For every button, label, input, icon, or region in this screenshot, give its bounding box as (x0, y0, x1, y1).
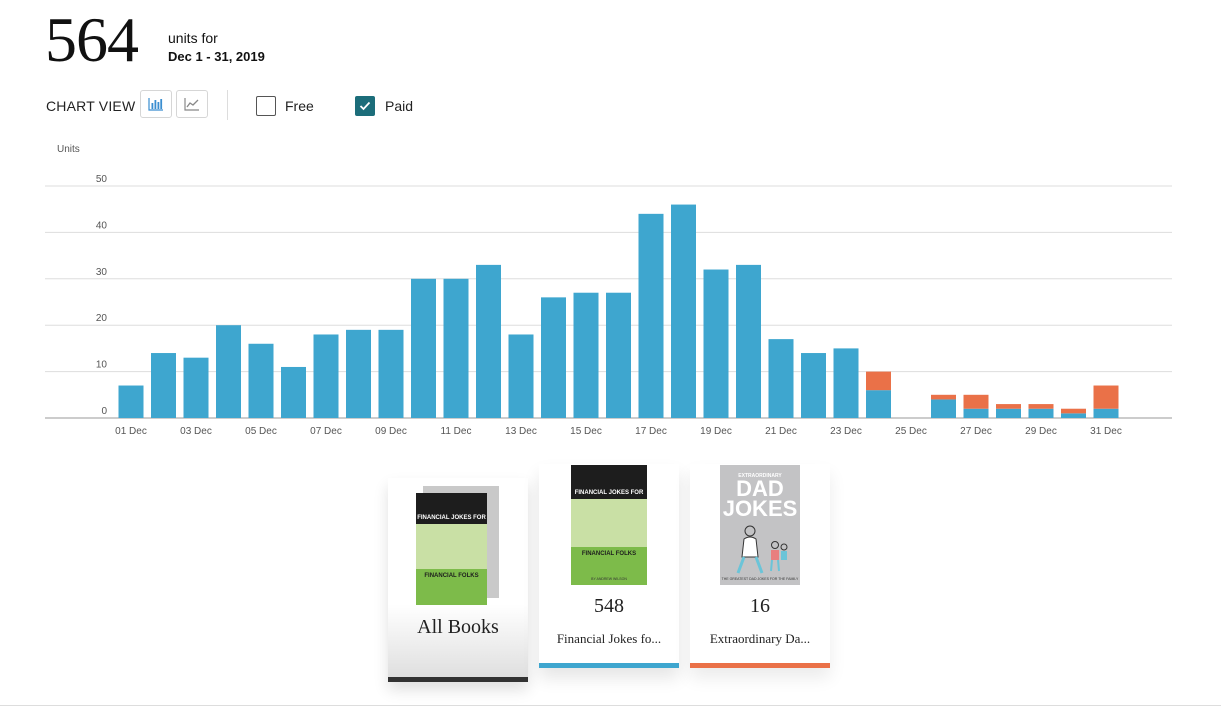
bar-segment-08-dec[interactable] (346, 329, 371, 418)
chart-view-label: CHART VIEW (46, 98, 136, 114)
total-units: 564 (45, 4, 139, 75)
date-range: Dec 1 - 31, 2019 (168, 49, 265, 64)
y-tick-label: 40 (96, 220, 108, 231)
book-title-financial-jokes: Financial Jokes fo... (556, 631, 662, 646)
chart-bars (118, 204, 1119, 418)
x-tick-label: 25 Dec (895, 426, 927, 437)
bar-segment-03-dec[interactable] (183, 357, 209, 418)
cover-author-text: BY ANDREW WILSON (591, 577, 627, 581)
card-bar-financial-jokes (539, 663, 679, 668)
bar-segment-upper-31-dec[interactable] (1093, 385, 1119, 409)
card-bar-all-books (388, 677, 528, 682)
x-tick-label: 07 Dec (310, 426, 342, 437)
cover-illustration (736, 525, 788, 574)
y-tick-label: 10 (96, 360, 108, 371)
y-tick-label: 0 (101, 406, 107, 417)
bar-view-button[interactable] (140, 90, 172, 118)
paid-label[interactable]: Paid (385, 98, 413, 114)
bar-chart-icon (148, 98, 163, 111)
x-tick-label: 03 Dec (180, 426, 212, 437)
checkmark-icon (359, 101, 371, 111)
bar-segment-upper-30-dec[interactable] (1061, 408, 1086, 414)
bar-segment-31-dec[interactable] (1093, 408, 1119, 418)
x-tick-label: 11 Dec (441, 426, 472, 437)
bar-segment-19-dec[interactable] (703, 269, 729, 418)
book-card-all-books[interactable]: FINANCIAL JOKES FOR FINANCIAL FOLKS All … (388, 478, 528, 682)
bar-segment-24-dec[interactable] (866, 390, 891, 418)
bar-segment-02-dec[interactable] (151, 353, 176, 418)
book-cover-financial-jokes: FINANCIAL JOKES FOR FINANCIAL FOLKS BY A… (571, 465, 647, 585)
bar-segment-upper-27-dec[interactable] (963, 394, 989, 409)
book-cover-dad-jokes: EXTRAORDINARY DAD JOKES THE GREATEST DAD… (720, 465, 800, 585)
x-tick-label: 01 Dec (115, 426, 147, 437)
paid-checkbox[interactable] (355, 96, 375, 116)
bar-segment-17-dec[interactable] (638, 213, 664, 418)
bar-segment-29-dec[interactable] (1028, 408, 1054, 418)
bar-segment-28-dec[interactable] (996, 408, 1021, 418)
x-tick-label: 31 Dec (1090, 426, 1122, 437)
book-card-dad-jokes[interactable]: EXTRAORDINARY DAD JOKES THE GREATEST DAD… (690, 464, 830, 668)
bar-segment-20-dec[interactable] (736, 264, 761, 418)
x-axis-ticks: 01 Dec 03 Dec 05 Dec 07 Dec 09 Dec 11 Dec 13 D… (115, 426, 1122, 437)
line-view-button[interactable] (176, 90, 208, 118)
bar-segment-10-dec[interactable] (411, 278, 436, 418)
view-divider (227, 90, 228, 120)
bar-segment-05-dec[interactable] (248, 343, 274, 418)
bar-segment-11-dec[interactable] (443, 278, 469, 418)
x-tick-label: 13 Dec (505, 426, 537, 437)
bar-segment-18-dec[interactable] (671, 204, 696, 418)
cover-tagline-text: THE GREATEST DAD JOKES FOR THE FAMILY (721, 577, 799, 581)
y-tick-label: 50 (96, 174, 108, 185)
y-tick-label: 30 (96, 267, 108, 278)
x-tick-label: 27 Dec (960, 426, 992, 437)
bar-segment-27-dec[interactable] (963, 408, 989, 418)
book-cover-financial-jokes-stack: FINANCIAL JOKES FOR FINANCIAL FOLKS (416, 493, 487, 605)
cover-top-text: FINANCIAL JOKES FOR (571, 465, 647, 499)
bar-segment-upper-29-dec[interactable] (1028, 404, 1054, 409)
bar-segment-12-dec[interactable] (476, 264, 501, 418)
bar-segment-upper-26-dec[interactable] (931, 394, 956, 400)
x-tick-label: 15 Dec (570, 426, 602, 437)
book-count-financial-jokes: 548 (594, 595, 624, 617)
x-tick-label: 09 Dec (375, 426, 407, 437)
bar-segment-06-dec[interactable] (281, 366, 306, 418)
card-bar-dad-jokes (690, 663, 830, 668)
x-tick-label: 05 Dec (245, 426, 277, 437)
cover-bottom-text: FINANCIAL FOLKS (416, 569, 487, 605)
bar-segment-09-dec[interactable] (378, 329, 404, 418)
x-tick-label: 21 Dec (765, 426, 797, 437)
book-card-financial-jokes[interactable]: FINANCIAL JOKES FOR FINANCIAL FOLKS BY A… (539, 464, 679, 668)
x-tick-label: 23 Dec (830, 426, 862, 437)
bar-segment-22-dec[interactable] (801, 353, 826, 418)
bottom-divider (0, 705, 1221, 706)
bar-segment-15-dec[interactable] (573, 292, 599, 418)
book-title-all-books: All Books (417, 616, 499, 638)
bar-segment-14-dec[interactable] (541, 297, 566, 418)
free-label[interactable]: Free (285, 98, 314, 114)
book-title-dad-jokes: Extraordinary Da... (709, 631, 811, 646)
cover-top-text: FINANCIAL JOKES FOR (416, 493, 487, 525)
bar-segment-16-dec[interactable] (606, 292, 631, 418)
units-bar-chart: 0 10 20 30 40 50 01 Dec 03 Dec 05 Dec 07 Dec 09 D… (45, 144, 1172, 437)
line-chart-icon (184, 98, 199, 111)
bar-segment-04-dec[interactable] (216, 325, 241, 418)
x-tick-label: 29 Dec (1025, 426, 1057, 437)
x-tick-label: 19 Dec (700, 426, 732, 437)
bar-segment-upper-24-dec[interactable] (866, 371, 891, 391)
free-checkbox[interactable] (256, 96, 276, 116)
book-count-dad-jokes: 16 (750, 595, 770, 617)
x-tick-label: 17 Dec (635, 426, 667, 437)
bar-segment-07-dec[interactable] (313, 334, 339, 418)
bar-segment-30-dec[interactable] (1061, 413, 1086, 418)
y-tick-label: 20 (96, 313, 108, 324)
bar-segment-upper-28-dec[interactable] (996, 404, 1021, 409)
bar-segment-26-dec[interactable] (931, 399, 956, 418)
bar-segment-01-dec[interactable] (118, 385, 144, 418)
units-for-label: units for (168, 30, 218, 46)
y-axis-label: Units (57, 144, 80, 155)
bar-segment-13-dec[interactable] (508, 334, 534, 418)
bar-segment-21-dec[interactable] (768, 339, 794, 418)
bar-segment-23-dec[interactable] (833, 348, 859, 418)
